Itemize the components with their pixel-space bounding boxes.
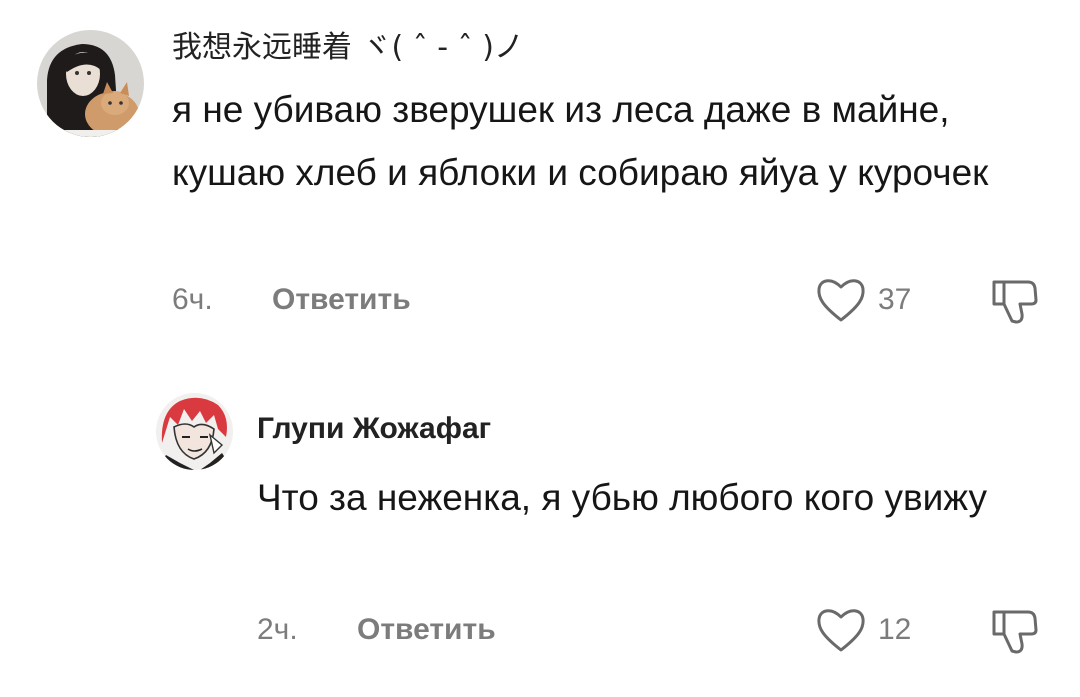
dislike-button[interactable] [990,276,1040,326]
like-count: 37 [878,283,912,316]
heart-icon [817,279,865,322]
username[interactable]: 我想永远睡着 ヾ( ˆ - ˆ )ノ [172,22,524,66]
like-button[interactable] [815,274,867,326]
reply-button[interactable]: Ответить [272,283,411,317]
dislike-button[interactable] [990,606,1040,656]
comment-text: я не убиваю зверушек из леса даже в майн… [172,89,989,193]
comment-text: Что за неженка, я убью любого кого увижу [257,477,987,518]
reply-button[interactable]: Ответить [357,613,496,647]
reply-comment: Глупи Жожафаг Что за неженка, я убью люб… [0,380,1080,697]
like-button[interactable] [815,604,867,656]
username[interactable]: Глупи Жожафаг [257,412,491,446]
like-count: 12 [878,613,912,646]
heart-icon [817,609,865,652]
comment: 我想永远睡着 ヾ( ˆ - ˆ )ノ я не убиваю зверушек … [0,0,1080,340]
comment-time: 6ч. [172,283,213,316]
comment-time: 2ч. [257,613,298,646]
avatar[interactable] [156,393,233,470]
avatar[interactable] [37,30,144,137]
thumbs-down-icon [992,610,1038,654]
thumbs-down-icon [992,280,1038,324]
